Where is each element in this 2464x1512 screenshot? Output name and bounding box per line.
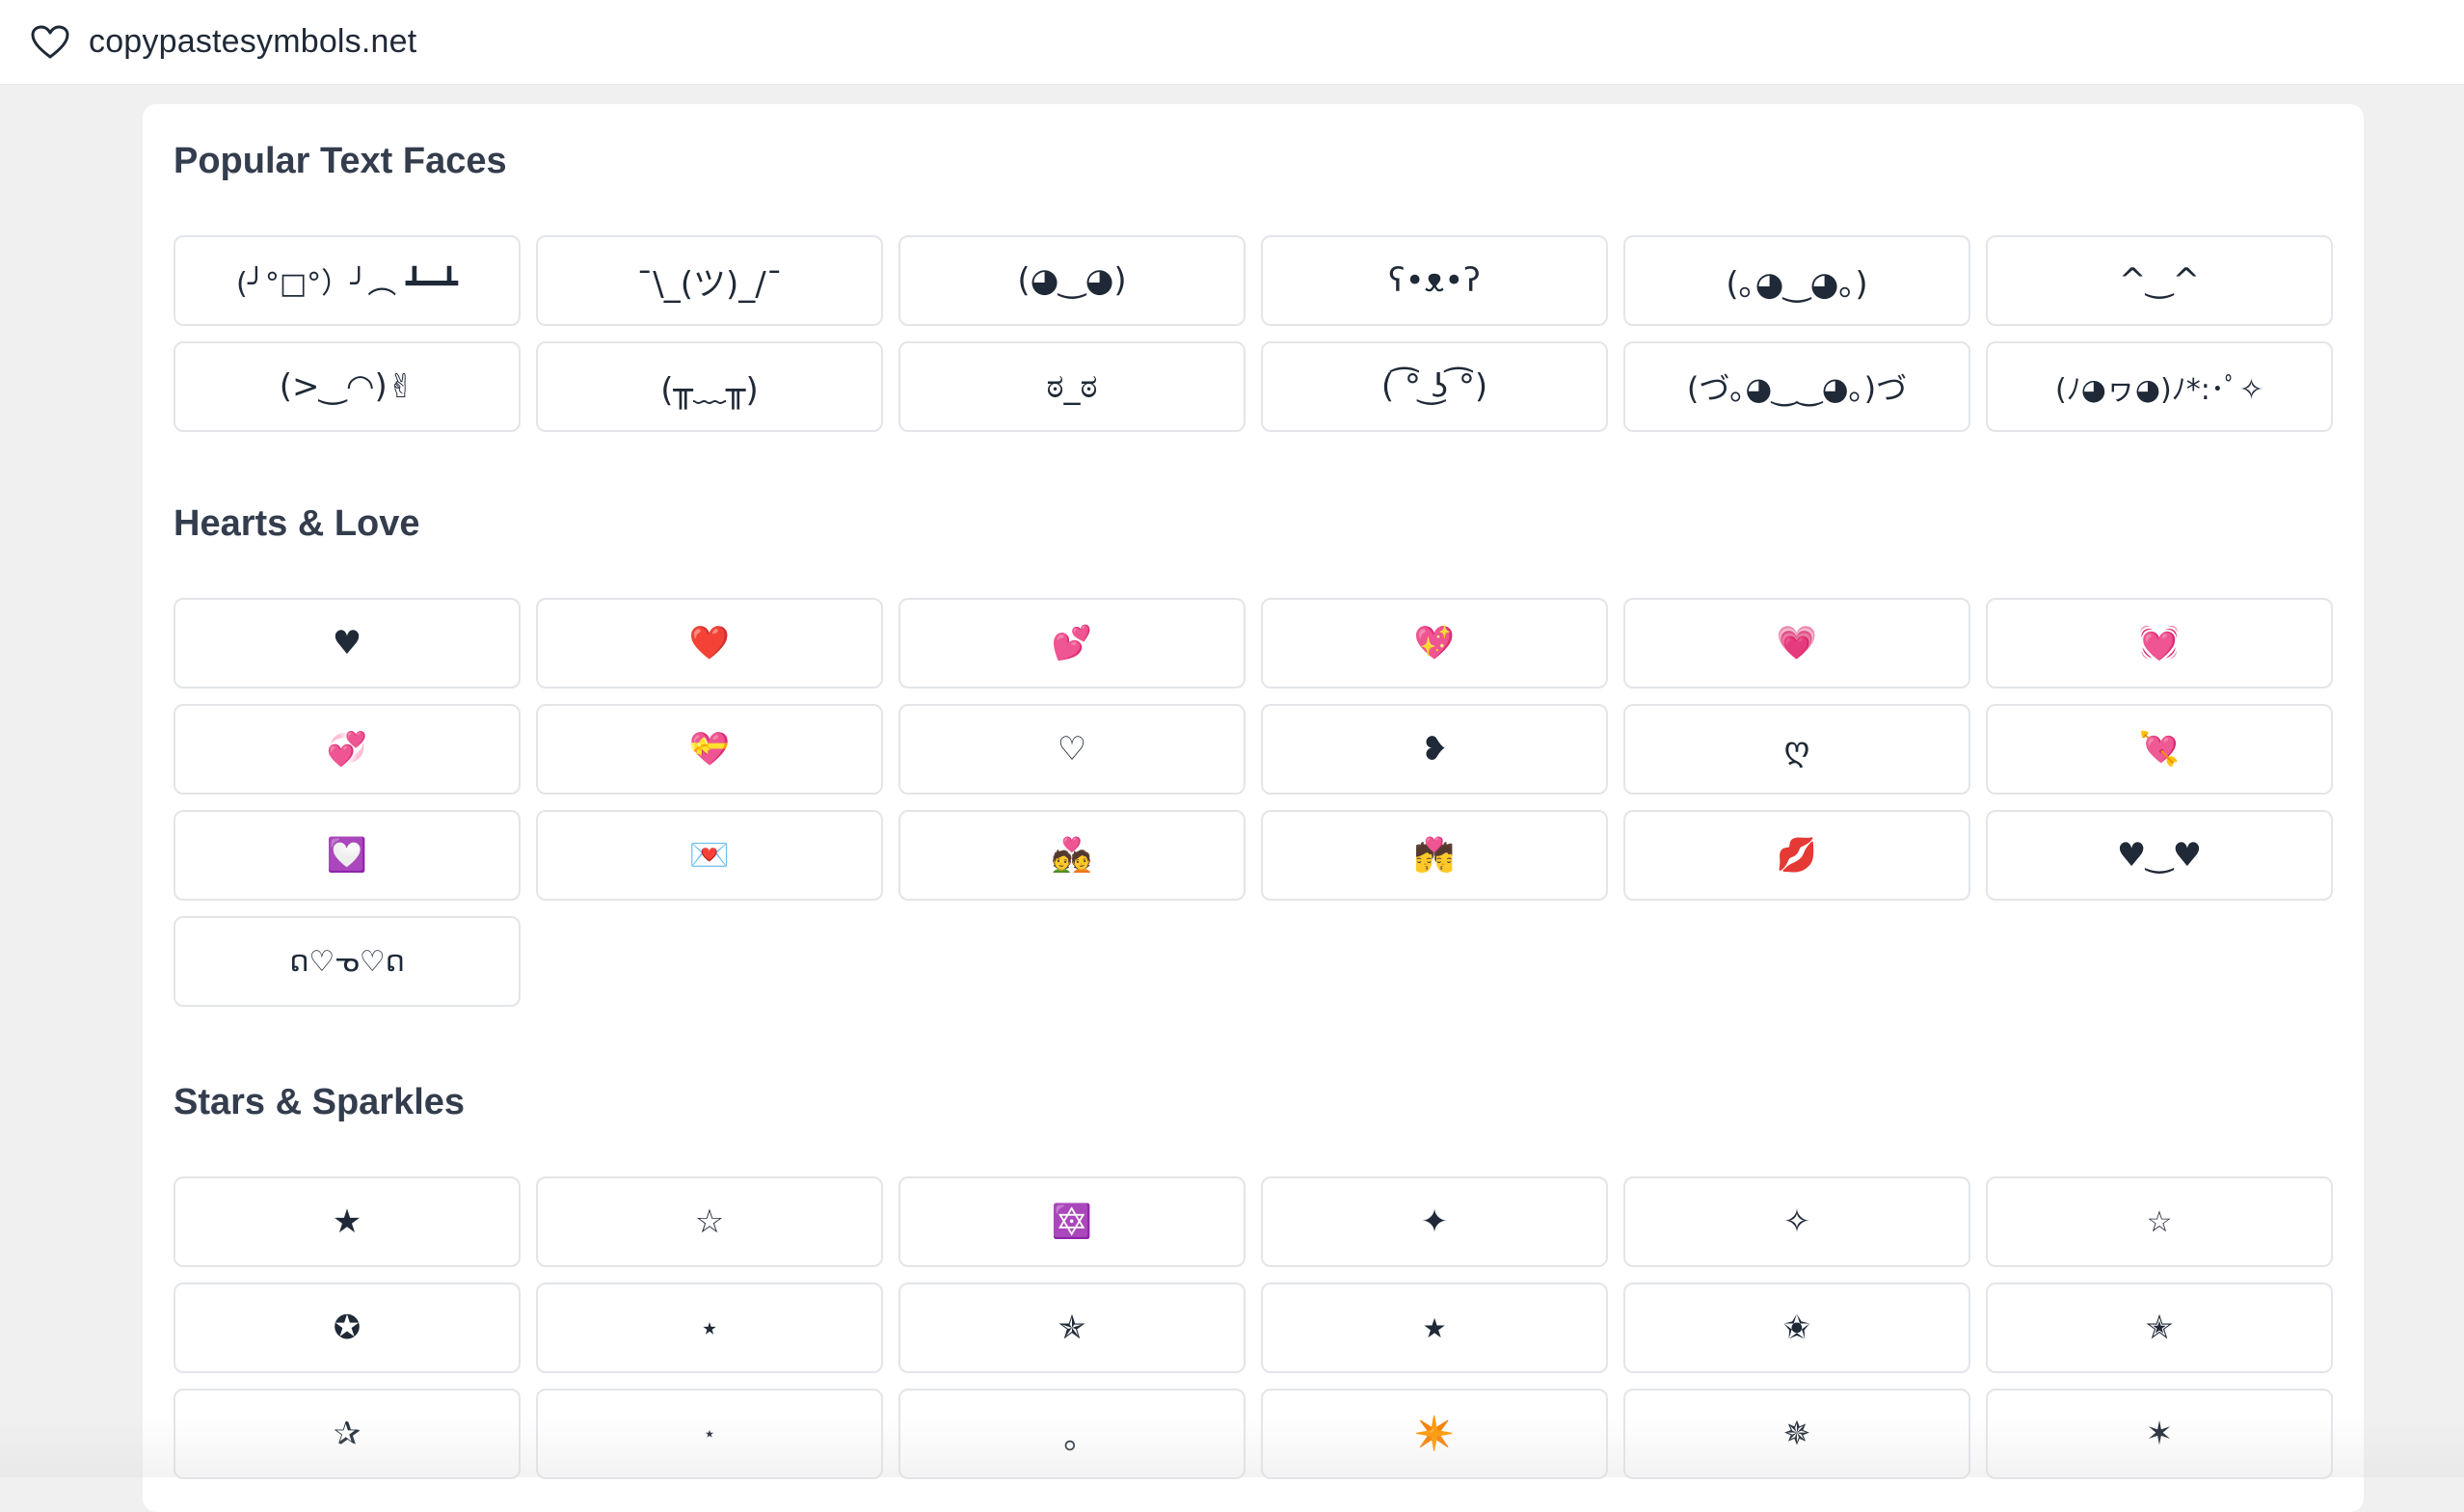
hearts-grid: ♥ ❤️ 💕 💖 💗 💓 💞 💝 ♡ ❥ ღ 💘 💟 💌 💑 💏 💋 ♥‿♥ ດ… bbox=[174, 598, 2333, 1007]
symbol-button[interactable]: (◕‿◕) bbox=[898, 235, 1245, 326]
symbol-button[interactable]: ♥‿♥ bbox=[1986, 810, 2333, 901]
symbol-button[interactable]: ⭑ bbox=[536, 1282, 883, 1373]
symbol-button[interactable]: 💝 bbox=[536, 704, 883, 795]
symbol-button[interactable]: ✭ bbox=[1986, 1282, 2333, 1373]
site-name-link[interactable]: copypastesymbols.net bbox=[89, 23, 416, 61]
symbol-button[interactable]: ດ♡ᓀ♡ດ bbox=[174, 916, 521, 1007]
stars-grid: ★ ☆ 🔯 ✦ ✧ ☆ ✪ ⭑ ✯ ★ ✬ ✭ ✰ ⋆ ｡ ✴️ ✵ ✶ bbox=[174, 1176, 2333, 1479]
symbol-button[interactable]: 💕 bbox=[898, 598, 1245, 688]
symbol-button[interactable]: ♥ bbox=[174, 598, 521, 688]
symbol-button[interactable]: (ﾉ◕ヮ◕)ﾉ*:･ﾟ✧ bbox=[1986, 341, 2333, 432]
symbol-button[interactable]: ʕ•ᴥ•ʔ bbox=[1261, 235, 1608, 326]
section-title-text-faces: Popular Text Faces bbox=[174, 141, 507, 181]
symbol-button[interactable]: ^‿^ bbox=[1986, 235, 2333, 326]
symbol-button[interactable]: ✴️ bbox=[1261, 1389, 1608, 1479]
symbol-button[interactable]: ♡ bbox=[898, 704, 1245, 795]
symbol-button[interactable]: 🔯 bbox=[898, 1176, 1245, 1267]
symbol-button[interactable]: ✵ bbox=[1623, 1389, 1970, 1479]
symbol-button[interactable]: ✰ bbox=[174, 1389, 521, 1479]
symbol-button[interactable]: ಠ_ಠ bbox=[898, 341, 1245, 432]
heart-outline-icon[interactable] bbox=[29, 21, 71, 64]
symbol-button[interactable]: ( ͡° ͜ʖ ͡°) bbox=[1261, 341, 1608, 432]
symbol-button[interactable]: ☆ bbox=[1986, 1176, 2333, 1267]
symbol-button[interactable]: 💟 bbox=[174, 810, 521, 901]
section-title-hearts: Hearts & Love bbox=[174, 503, 420, 544]
symbol-button[interactable]: ❥ bbox=[1261, 704, 1608, 795]
symbol-button[interactable]: (>‿◠)✌ bbox=[174, 341, 521, 432]
symbol-button[interactable]: (づ｡◕‿‿◕｡)づ bbox=[1623, 341, 1970, 432]
site-header: copypastesymbols.net bbox=[0, 0, 2464, 85]
symbol-button[interactable]: ✪ bbox=[174, 1282, 521, 1373]
symbols-panel: Popular Text Faces (╯°□°）╯︵ ┻━┻ ¯\_(ツ)_/… bbox=[143, 104, 2364, 1512]
symbol-button[interactable]: ✦ bbox=[1261, 1176, 1608, 1267]
symbol-button[interactable]: ★ bbox=[174, 1176, 521, 1267]
section-title-stars: Stars & Sparkles bbox=[174, 1082, 466, 1122]
symbol-button[interactable]: ¯\_(ツ)_/¯ bbox=[536, 235, 883, 326]
symbol-button[interactable]: ｡ bbox=[898, 1389, 1245, 1479]
symbol-button[interactable]: 💓 bbox=[1986, 598, 2333, 688]
symbol-button[interactable]: 💋 bbox=[1623, 810, 1970, 901]
symbol-button[interactable]: ✯ bbox=[898, 1282, 1245, 1373]
symbol-button[interactable]: (╥﹏╥) bbox=[536, 341, 883, 432]
text-faces-grid: (╯°□°）╯︵ ┻━┻ ¯\_(ツ)_/¯ (◕‿◕) ʕ•ᴥ•ʔ (｡◕‿◕… bbox=[174, 235, 2333, 432]
symbol-button[interactable]: ✶ bbox=[1986, 1389, 2333, 1479]
symbol-button[interactable]: (╯°□°）╯︵ ┻━┻ bbox=[174, 235, 521, 326]
symbol-button[interactable]: (｡◕‿◕｡) bbox=[1623, 235, 1970, 326]
symbol-button[interactable]: 💗 bbox=[1623, 598, 1970, 688]
symbol-button[interactable]: ⋆ bbox=[536, 1389, 883, 1479]
symbol-button[interactable]: ✧ bbox=[1623, 1176, 1970, 1267]
symbol-button[interactable]: ღ bbox=[1623, 704, 1970, 795]
symbol-button[interactable]: 💑 bbox=[898, 810, 1245, 901]
symbol-button[interactable]: ☆ bbox=[536, 1176, 883, 1267]
symbol-button[interactable]: ✬ bbox=[1623, 1282, 1970, 1373]
symbol-button[interactable]: 💞 bbox=[174, 704, 521, 795]
symbol-button[interactable]: 💏 bbox=[1261, 810, 1608, 901]
symbol-button[interactable]: 💘 bbox=[1986, 704, 2333, 795]
symbol-button[interactable]: ★ bbox=[1261, 1282, 1608, 1373]
symbol-button[interactable]: 💖 bbox=[1261, 598, 1608, 688]
symbol-button[interactable]: 💌 bbox=[536, 810, 883, 901]
symbol-button[interactable]: ❤️ bbox=[536, 598, 883, 688]
